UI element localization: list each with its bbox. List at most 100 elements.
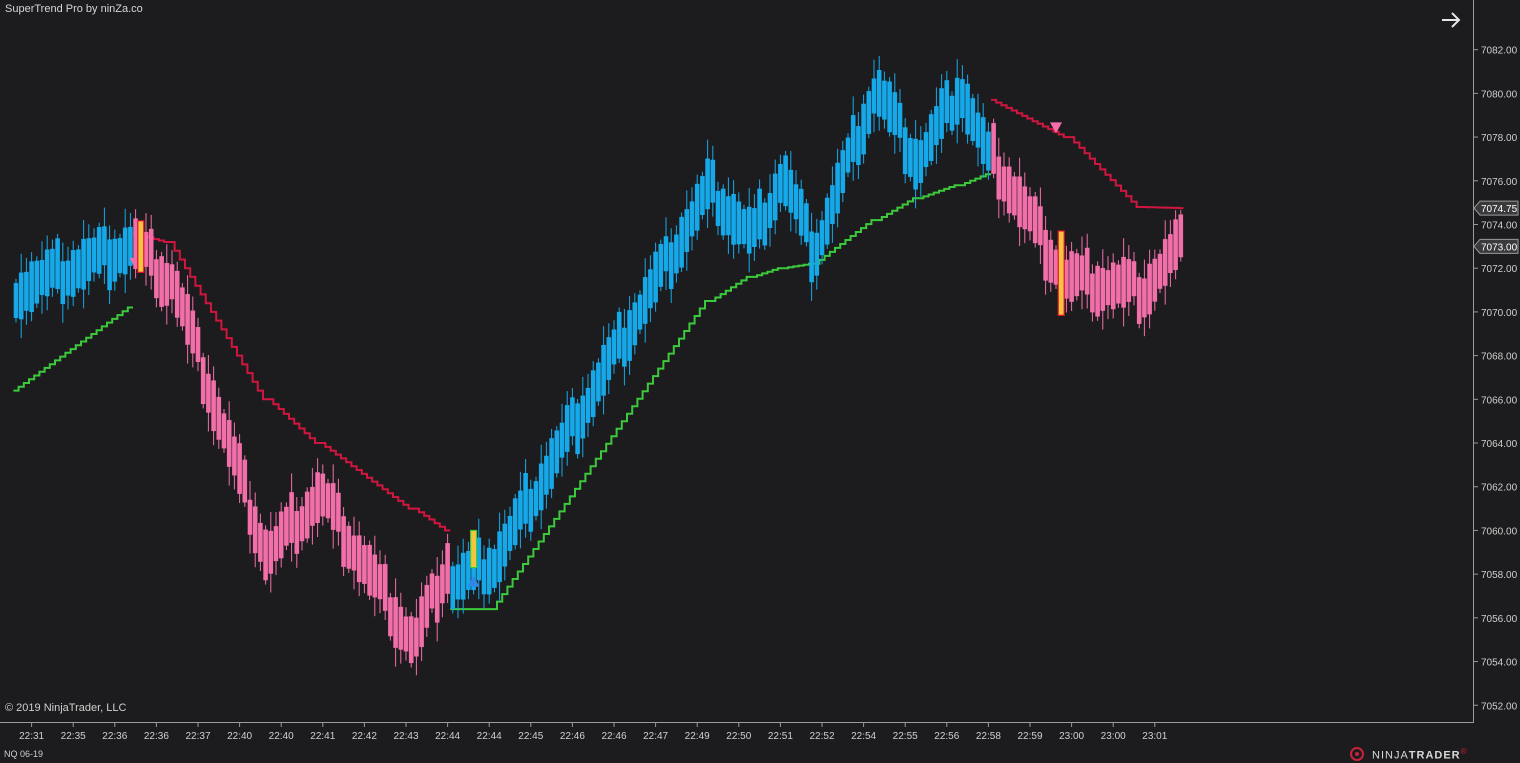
candle-body [637,294,643,330]
candle-body [424,584,430,628]
candle-body [590,370,596,418]
candle-body [845,137,851,173]
candle-body [622,327,627,367]
time-tick-label: 22:35 [61,731,86,742]
candle [928,109,934,166]
candle-body [949,95,955,131]
time-tick-label: 22:46 [560,731,585,742]
price-tick-label: 7052.00 [1481,701,1518,712]
candle [528,479,534,541]
candle-body [939,88,944,139]
candle-body [538,463,544,511]
candle-body [429,573,435,609]
price-tick-label: 7056.00 [1481,614,1518,625]
time-tick-label: 22:47 [643,731,668,742]
candle-body [18,272,24,320]
candle-body [783,155,788,207]
candle-body [1090,273,1095,313]
candle [720,184,726,240]
candle [450,561,456,614]
candle-body [1162,239,1168,286]
candle-body [736,201,742,245]
time-tick-label: 22:41 [310,731,335,742]
time-tick-label: 22:44 [477,731,502,742]
candle [278,502,284,568]
price-tick-label: 7082.00 [1481,46,1518,57]
candle [741,204,747,249]
candle [382,554,388,620]
candle-body [434,575,440,623]
candle-body [710,159,716,203]
candle-body [185,294,190,345]
candle-body [575,403,580,455]
candle-body [102,226,107,266]
candle-body [1069,251,1074,302]
candle [653,242,658,312]
candle-body [299,506,305,542]
candle-body [679,216,684,268]
logo-text: NINJATRADER® [1372,746,1468,762]
price-tick-label: 7062.00 [1481,483,1518,494]
candle-body [497,531,502,583]
price-tick-label: 7070.00 [1481,308,1518,319]
candle-body [372,554,378,598]
time-tick-label: 22:36 [102,731,127,742]
candle-body [247,499,253,535]
candle-body [336,492,341,532]
candle-body [507,515,513,551]
candle [1173,210,1178,280]
candle-body [793,184,799,220]
candle-body [1074,253,1080,297]
logo-mark-icon [1350,747,1364,761]
candle-body [757,188,762,240]
candle-body [804,203,809,243]
candle [180,283,185,331]
candle [679,212,684,272]
candle [554,426,560,478]
candle-body [107,239,112,291]
price-badge: 7074.75 [1473,200,1519,216]
candle-body [112,238,118,282]
candle-body [13,283,19,319]
candle-body [1157,253,1163,289]
time-tick-label: 23:00 [1059,731,1084,742]
candle-body [346,525,352,569]
candle-body [580,395,586,439]
candle-body [928,114,934,161]
candle [804,198,809,247]
candle-body [1012,176,1017,216]
time-tick-label: 22:54 [851,731,876,742]
candle-body [1178,214,1184,258]
reversal-candle [137,220,145,273]
candle-body [923,132,929,168]
candle-body [523,473,528,524]
candle-body [117,238,123,274]
candle-body [830,185,835,225]
time-tick-label: 23:01 [1142,731,1167,742]
candle-body [330,483,336,530]
candle-body [315,472,320,524]
candle-body [627,310,632,361]
candle-body [320,473,326,517]
candle-body [122,227,128,275]
candle [388,592,393,641]
candle-body [1027,196,1033,232]
candle-body [1116,264,1121,304]
candle-body [414,617,419,657]
candle-body [1142,278,1147,318]
candle-body [549,438,554,489]
arrow-right-icon[interactable] [1438,8,1464,32]
candle [512,493,518,550]
candle-body [658,243,664,287]
candle [96,222,102,279]
candle [549,429,554,499]
candle-body [1022,186,1028,230]
candle-body [455,564,461,600]
candle [866,86,872,139]
candle-body [772,173,778,221]
indicator-label: SuperTrend Pro by ninZa.co [5,3,143,15]
candle-body [965,83,970,135]
candle-body [705,158,710,210]
candle-body [601,344,606,396]
candle-body [778,163,783,203]
